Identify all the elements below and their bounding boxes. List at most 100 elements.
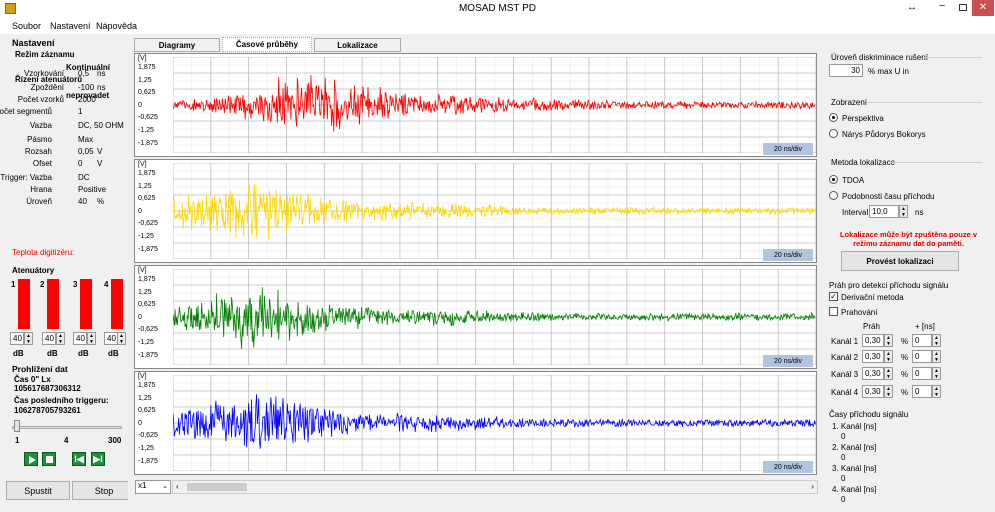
prahovani-checkbox[interactable] <box>829 307 838 316</box>
close-icon[interactable]: ✕ <box>972 0 994 16</box>
att-bar-3[interactable] <box>80 279 92 329</box>
atenuatory-heading: Atenuátory <box>12 266 55 275</box>
att-bar-4[interactable] <box>111 279 123 329</box>
y-tick-label: 1,875 <box>138 276 156 283</box>
time-div-label: 20 ns/div <box>763 461 813 473</box>
data-slider-thumb[interactable] <box>14 420 20 432</box>
play-button[interactable] <box>24 452 38 466</box>
uroven-heading: Úroveň diskriminace rušení <box>831 53 928 62</box>
kanal-plus-spin[interactable]: ▲ ▼ <box>932 334 941 347</box>
minimize-icon[interactable]: – <box>930 0 954 16</box>
horizontal-scrollbar[interactable]: ‹ › <box>172 480 818 494</box>
kanal-prah-spin[interactable]: ▲ ▼ <box>884 350 893 363</box>
maximize-icon[interactable] <box>954 0 972 16</box>
att-spin-3[interactable]: ▲ ▼ <box>87 332 96 345</box>
teplota-label: Teplota digitizéru: <box>12 248 75 257</box>
narys-radio[interactable] <box>829 129 838 138</box>
tab-diagramy[interactable]: Diagramy <box>134 38 220 52</box>
kanal-plus-input[interactable]: 0 <box>912 385 932 398</box>
att-spin-4[interactable]: ▲ ▼ <box>117 332 126 345</box>
param-label: Počet vzorků <box>17 95 64 104</box>
menu-soubor[interactable]: Soubor <box>12 21 41 31</box>
interval-input[interactable]: 10,0 <box>869 205 899 218</box>
waveform-trace <box>173 287 816 350</box>
kanal-prah-input[interactable]: 0,30 <box>862 385 884 398</box>
scroll-right-icon[interactable]: › <box>811 482 814 491</box>
param-value: 0 <box>78 159 83 168</box>
param-value: 1 <box>78 107 83 116</box>
kanal-pct-unit: % <box>901 353 909 362</box>
menu-napoveda[interactable]: Nápověda <box>96 21 137 31</box>
y-tick-label: 0,625 <box>138 195 156 203</box>
podobnost-radio[interactable] <box>829 191 838 200</box>
kanal-plus-spin[interactable]: ▲ ▼ <box>932 385 941 398</box>
y-tick-label: 0,625 <box>138 407 156 415</box>
kanal-prah-input[interactable]: 0,30 <box>862 367 884 380</box>
provest-lokalizaci-button[interactable]: Provést lokalizaci <box>841 251 959 271</box>
att-spin-2[interactable]: ▲ ▼ <box>56 332 65 345</box>
slider-mid: 4 <box>64 436 69 445</box>
waveform-trace <box>173 394 816 449</box>
kanal-pct-unit: % <box>901 388 909 397</box>
interval-spin[interactable]: ▲ ▼ <box>899 205 908 218</box>
stop-playback-button[interactable] <box>42 452 56 466</box>
kanal-plus-input[interactable]: 0 <box>912 334 932 347</box>
kanal-prah-input[interactable]: 0,30 <box>862 334 884 347</box>
last-button[interactable]: ▶I <box>91 452 105 466</box>
param-unit: ns <box>97 69 106 78</box>
stop-button[interactable]: Stop <box>72 481 136 500</box>
time-div-label: 20 ns/div <box>763 355 813 367</box>
kanal-plus-spin[interactable]: ▲ ▼ <box>932 350 941 363</box>
resize-icon[interactable]: ↔ <box>907 2 917 13</box>
y-tick-label: -1,875 <box>138 457 158 465</box>
kanal-prah-spin[interactable]: ▲ ▼ <box>884 385 893 398</box>
nastaveni-heading: Nastavení <box>12 38 55 48</box>
att-bar-2[interactable] <box>47 279 59 329</box>
zoom-select[interactable]: x1 ⌄ <box>135 480 171 494</box>
kanal-prah-spin[interactable]: ▲ ▼ <box>884 334 893 347</box>
att-bar-1[interactable] <box>18 279 30 329</box>
att-num-4: 4 <box>104 280 109 289</box>
att-input-4[interactable]: 40 <box>104 332 118 345</box>
waveform-chart-4[interactable]: [V] 1,875 1,25 0,625 0 -0,625 -1,25 -1,875 20 ns… <box>134 371 817 475</box>
cas-kanal-value: 0 <box>841 495 846 504</box>
kanal-label: Kanál 3 <box>831 370 859 379</box>
kanal-prah-spin[interactable]: ▲ ▼ <box>884 367 893 380</box>
att-input-3[interactable]: 40 <box>73 332 87 345</box>
prohlizeni-heading: Prohlížení dat <box>12 364 68 374</box>
att-input-1[interactable]: 40 <box>10 332 24 345</box>
kanal-plus-spin[interactable]: ▲ ▼ <box>932 367 941 380</box>
spustit-button[interactable]: Spustit <box>6 481 70 500</box>
scroll-left-icon[interactable]: ‹ <box>176 482 179 491</box>
perspektiva-radio[interactable] <box>829 113 838 122</box>
att-spin-1[interactable]: ▲ ▼ <box>24 332 33 345</box>
waveform-plot <box>173 375 816 471</box>
kanal-plus-input[interactable]: 0 <box>912 367 932 380</box>
title-bar: MOSAD MST PD ↔ – ✕ <box>0 0 995 18</box>
data-slider-track[interactable] <box>12 426 122 429</box>
tdoa-radio[interactable] <box>829 175 838 184</box>
y-tick-label: -1,875 <box>138 139 158 147</box>
podobnost-label: Podobnosti času příchodu <box>842 192 935 201</box>
y-tick-label: -1,875 <box>138 351 158 359</box>
waveform-chart-2[interactable]: [V] 1,875 1,25 0,625 0 -0,625 -1,25 -1,875 20 ns… <box>134 159 817 263</box>
waveform-chart-1[interactable]: [V] 1,875 1,25 0,625 0 -0,625 -1,25 -1,875 20 ns… <box>134 53 817 157</box>
uroven-input[interactable]: 30 <box>829 64 863 77</box>
y-unit-label: [V] <box>138 161 147 168</box>
first-button[interactable]: I◀ <box>72 452 86 466</box>
kanal-plus-input[interactable]: 0 <box>912 350 932 363</box>
tab-casove-prubehy[interactable]: Časové průběhy <box>222 37 312 52</box>
scroll-thumb[interactable] <box>187 483 247 491</box>
y-tick-label: -1,25 <box>138 445 154 452</box>
derivacni-checkbox[interactable]: ✓ <box>829 292 838 301</box>
kanal-label: Kanál 4 <box>831 388 859 397</box>
waveform-chart-3[interactable]: [V] 1,875 1,25 0,625 0 -0,625 -1,25 -1,875 20 ns… <box>134 265 817 369</box>
kanal-prah-input[interactable]: 0,30 <box>862 350 884 363</box>
derivacni-label: Derivační metoda <box>841 293 904 302</box>
y-tick-label: 1,875 <box>138 64 156 71</box>
att-input-2[interactable]: 40 <box>42 332 56 345</box>
menu-nastaveni[interactable]: Nastavení <box>50 21 91 31</box>
tab-lokalizace[interactable]: Lokalizace <box>314 38 401 52</box>
interval-unit: ns <box>915 208 924 217</box>
cas0-label: Čas 0" Lx <box>14 375 51 384</box>
